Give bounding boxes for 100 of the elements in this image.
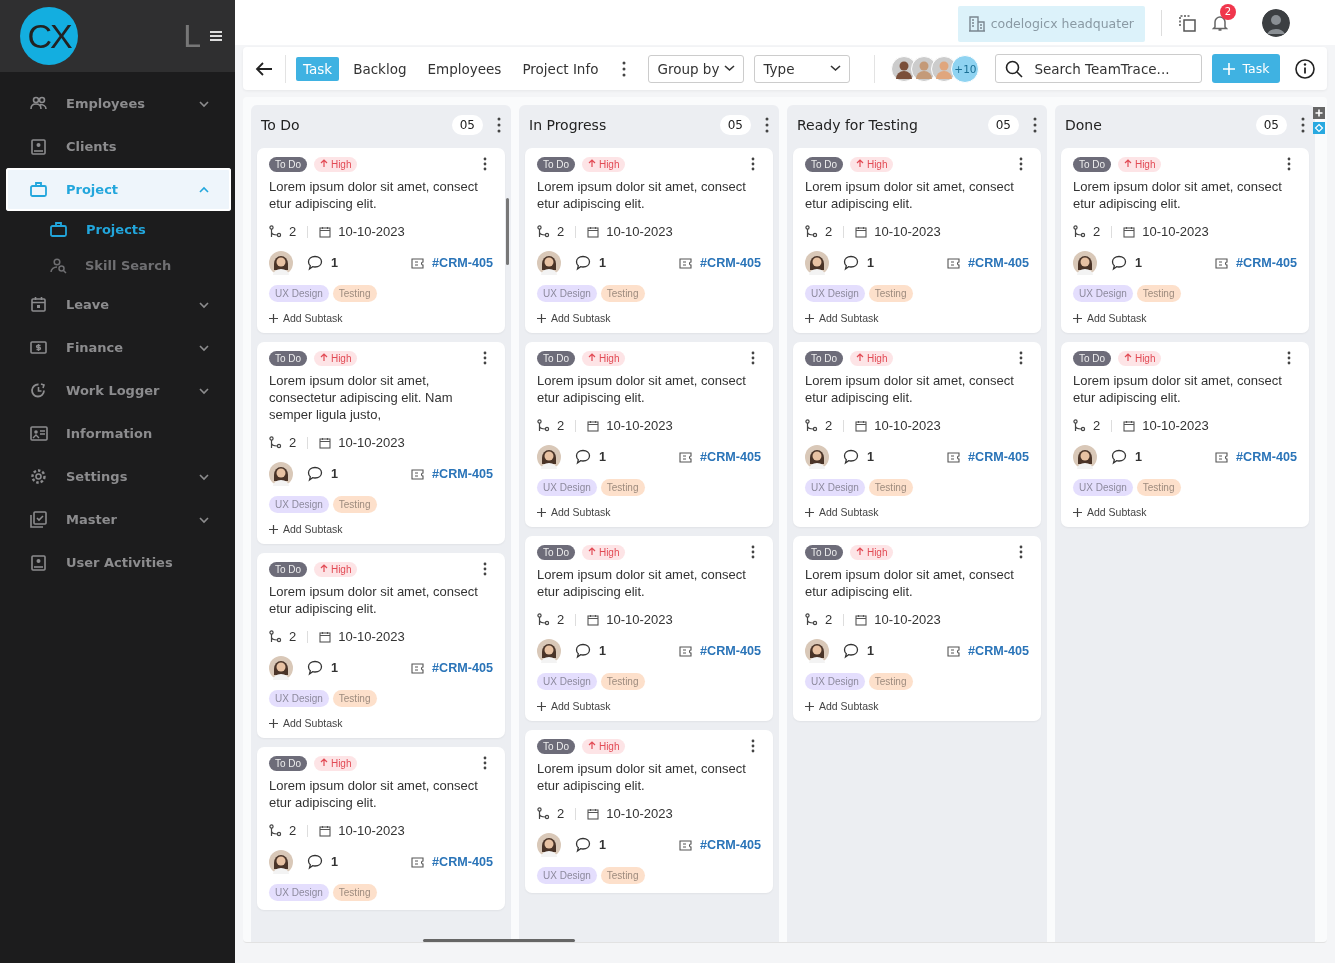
add-subtask-button[interactable]: Add Subtask bbox=[269, 523, 343, 535]
tab[interactable]: Employees bbox=[420, 56, 509, 81]
add-subtask-button[interactable]: Add Subtask bbox=[269, 312, 343, 324]
avatar[interactable] bbox=[1262, 8, 1290, 37]
add-subtask-button[interactable]: Add Subtask bbox=[537, 700, 611, 712]
more-vertical-icon[interactable] bbox=[483, 351, 487, 365]
task-card[interactable]: To Do High Lorem ipsum dolor sit amet, consect etur adipiscing elit. 2 10-10-2023 1 #CRM-405 UX Design Testing Add Subtask bbox=[793, 342, 1041, 527]
search-field[interactable]: Search TeamTrace... bbox=[995, 54, 1203, 83]
ticket-link[interactable]: #CRM-405 bbox=[432, 467, 493, 481]
more-vertical-icon[interactable] bbox=[751, 545, 755, 559]
more-vertical-icon[interactable] bbox=[765, 117, 769, 133]
more-vertical-icon[interactable] bbox=[622, 60, 627, 77]
more-vertical-icon[interactable] bbox=[1019, 157, 1023, 171]
ticket-icon bbox=[947, 645, 961, 657]
more-vertical-icon[interactable] bbox=[497, 117, 501, 133]
scrollbar[interactable] bbox=[423, 939, 575, 942]
tab[interactable]: Backlog bbox=[346, 56, 414, 81]
more-vertical-icon[interactable] bbox=[1287, 157, 1291, 171]
sidebar-item[interactable]: Clients bbox=[6, 125, 231, 168]
comment-icon bbox=[843, 449, 859, 465]
sidebar-item[interactable]: Settings bbox=[6, 455, 231, 498]
add-subtask-button[interactable]: Add Subtask bbox=[537, 506, 611, 518]
ticket-link[interactable]: #CRM-405 bbox=[432, 256, 493, 270]
task-card[interactable]: To Do High Lorem ipsum dolor sit amet, consect etur adipiscing elit. 2 10-10-2023 1 #CRM-405 UX Design Testing Add Subtask bbox=[525, 536, 773, 721]
plus-icon bbox=[1073, 313, 1082, 323]
priority-badge: High bbox=[582, 350, 626, 366]
id-card-icon bbox=[30, 554, 48, 571]
task-card[interactable]: To Do High Lorem ipsum dolor sit amet, consectetur adipiscing elit. Nam semper ligula justo, 2 10-10-2023 1 #CRM-405 UX Design Testing Add Subtask bbox=[257, 342, 505, 544]
add-subtask-button[interactable]: Add Subtask bbox=[1073, 312, 1147, 324]
task-card[interactable]: To Do High Lorem ipsum dolor sit amet, consect etur adipiscing elit. 2 10-10-2023 1 #CRM-405 UX Design Testing Add Subtask bbox=[525, 148, 773, 333]
group-by-dropdown[interactable]: Group by bbox=[648, 54, 745, 83]
avatar bbox=[805, 445, 829, 469]
priority-badge: High bbox=[1118, 156, 1162, 172]
task-card[interactable]: To Do High Lorem ipsum dolor sit amet, consect etur adipiscing elit. 2 10-10-2023 1 #CRM-405 UX Design Testing bbox=[257, 747, 505, 910]
ticket-link[interactable]: #CRM-405 bbox=[968, 256, 1029, 270]
image-card-icon bbox=[30, 425, 48, 442]
info-icon[interactable] bbox=[1295, 58, 1315, 79]
more-vertical-icon[interactable] bbox=[751, 351, 755, 365]
sidebar-item[interactable]: User Activities bbox=[6, 541, 231, 584]
more-vertical-icon[interactable] bbox=[1301, 117, 1305, 133]
sidebar-subitem[interactable]: Projects bbox=[0, 211, 235, 247]
menu-icon[interactable] bbox=[209, 30, 223, 42]
status-badge: To Do bbox=[805, 350, 844, 366]
sidebar-item[interactable]: Information bbox=[6, 412, 231, 455]
due-date: 10-10-2023 bbox=[1142, 224, 1209, 239]
add-subtask-button[interactable]: Add Subtask bbox=[805, 312, 879, 324]
tag: UX Design bbox=[269, 884, 329, 901]
ticket-link[interactable]: #CRM-405 bbox=[700, 838, 761, 852]
calendar-icon bbox=[319, 824, 332, 837]
type-dropdown[interactable]: Type bbox=[754, 54, 851, 83]
ticket-link[interactable]: #CRM-405 bbox=[1236, 256, 1297, 270]
sidebar-item[interactable]: Master bbox=[6, 498, 231, 541]
more-vertical-icon[interactable] bbox=[1019, 351, 1023, 365]
add-subtask-button[interactable]: Add Subtask bbox=[805, 506, 879, 518]
ticket-link[interactable]: #CRM-405 bbox=[700, 450, 761, 464]
more-vertical-icon[interactable] bbox=[751, 157, 755, 171]
sidebar-item[interactable]: Work Logger bbox=[6, 369, 231, 412]
task-card[interactable]: To Do High Lorem ipsum dolor sit amet, consect etur adipiscing elit. 2 10-10-2023 1 #CRM-405 UX Design Testing Add Subtask bbox=[793, 536, 1041, 721]
task-card[interactable]: To Do High Lorem ipsum dolor sit amet, consect etur adipiscing elit. 2 10-10-2023 1 #CRM-405 UX Design Testing Add Subtask bbox=[525, 342, 773, 527]
more-vertical-icon[interactable] bbox=[751, 739, 755, 753]
task-card[interactable]: To Do High Lorem ipsum dolor sit amet, consect etur adipiscing elit. 2 10-10-2023 1 #CRM-405 UX Design Testing Add Subtask bbox=[793, 148, 1041, 333]
task-card[interactable]: To Do High Lorem ipsum dolor sit amet, consect etur adipiscing elit. 2 10-10-2023 1 #CRM-405 UX Design Testing Add Subtask bbox=[257, 553, 505, 738]
more-vertical-icon[interactable] bbox=[483, 562, 487, 576]
calendar-icon bbox=[1123, 225, 1136, 238]
subtask-icon bbox=[1073, 419, 1086, 432]
plus-icon[interactable] bbox=[1313, 107, 1325, 119]
ticket-link[interactable]: #CRM-405 bbox=[700, 644, 761, 658]
more-vertical-icon[interactable] bbox=[1033, 117, 1037, 133]
add-subtask-button[interactable]: Add Subtask bbox=[269, 717, 343, 729]
sidebar-item[interactable]: Leave bbox=[6, 283, 231, 326]
add-subtask-button[interactable]: Add Subtask bbox=[805, 700, 879, 712]
copy-icon[interactable] bbox=[1178, 13, 1196, 32]
ticket-link[interactable]: #CRM-405 bbox=[700, 256, 761, 270]
bell-icon[interactable] bbox=[1212, 14, 1228, 31]
due-date: 10-10-2023 bbox=[1142, 418, 1209, 433]
calendar-icon bbox=[30, 296, 48, 313]
more-vertical-icon[interactable] bbox=[483, 756, 487, 770]
task-card[interactable]: To Do High Lorem ipsum dolor sit amet, consect etur adipiscing elit. 2 10-10-2023 1 #CRM-405 UX Design Testing Add Subtask bbox=[257, 148, 505, 333]
sidebar-item[interactable]: Finance bbox=[6, 326, 231, 369]
sidebar-item[interactable]: Employees bbox=[6, 82, 231, 125]
ticket-link[interactable]: #CRM-405 bbox=[432, 661, 493, 675]
ticket-link[interactable]: #CRM-405 bbox=[1236, 450, 1297, 464]
due-date: 10-10-2023 bbox=[606, 612, 673, 627]
ticket-link[interactable]: #CRM-405 bbox=[968, 450, 1029, 464]
priority-badge: High bbox=[850, 350, 894, 366]
add-subtask-button[interactable]: Add Subtask bbox=[537, 312, 611, 324]
more-vertical-icon[interactable] bbox=[483, 157, 487, 171]
add-subtask-button[interactable]: Add Subtask bbox=[1073, 506, 1147, 518]
task-card[interactable]: To Do High Lorem ipsum dolor sit amet, consect etur adipiscing elit. 2 10-10-2023 1 #CRM-405 UX Design Testing bbox=[525, 730, 773, 893]
task-card[interactable]: To Do High Lorem ipsum dolor sit amet, consect etur adipiscing elit. 2 10-10-2023 1 #CRM-405 UX Design Testing Add Subtask bbox=[1061, 148, 1309, 333]
tab[interactable]: Project Info bbox=[515, 56, 606, 81]
arrow-up-icon bbox=[856, 352, 865, 362]
task-card[interactable]: To Do High Lorem ipsum dolor sit amet, consect etur adipiscing elit. 2 10-10-2023 1 #CRM-405 UX Design Testing Add Subtask bbox=[1061, 342, 1309, 527]
back-arrow-icon[interactable] bbox=[255, 59, 273, 78]
more-vertical-icon[interactable] bbox=[1019, 545, 1023, 559]
ticket-link[interactable]: #CRM-405 bbox=[432, 855, 493, 869]
subtask-count: 2 bbox=[825, 418, 833, 433]
ticket-link[interactable]: #CRM-405 bbox=[968, 644, 1029, 658]
scrollbar[interactable] bbox=[506, 198, 509, 265]
more-vertical-icon[interactable] bbox=[1287, 351, 1291, 365]
